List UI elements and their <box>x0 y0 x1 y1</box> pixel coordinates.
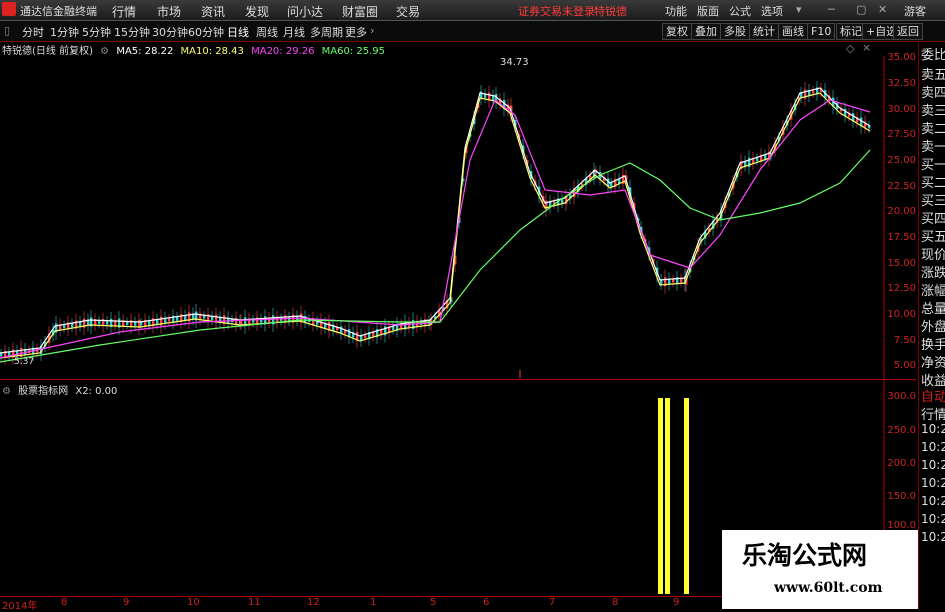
watermark-url: www.60lt.com <box>774 580 883 596</box>
quote-item: 卖一 <box>921 140 945 155</box>
quote-item: 买五 <box>921 230 945 245</box>
candle-body <box>0 353 3 357</box>
quote-item: 卖二 <box>921 122 945 137</box>
y-tick: 35.00 <box>887 52 916 63</box>
candle-body <box>176 316 179 321</box>
candle-body <box>203 315 206 319</box>
x-label: 7 <box>549 597 556 608</box>
y-tick: 5.00 <box>893 360 916 371</box>
quote-item: 买四 <box>921 212 945 227</box>
tick-time: 10:26 <box>921 476 945 490</box>
tick-time: 10:26 <box>921 512 945 526</box>
sub-y-tick: 200.0 <box>887 458 916 469</box>
x-label: 8 <box>612 597 619 608</box>
x-label: 12 <box>307 597 320 608</box>
y-tick: 15.00 <box>887 258 916 269</box>
y-tick: 12.50 <box>887 283 916 294</box>
x-label: 9 <box>673 597 680 608</box>
tick-time: 10:26 <box>921 530 945 544</box>
quote-item: 卖四 <box>921 86 945 101</box>
quote-item: 外盘 <box>921 320 945 335</box>
quote-item: 总量 <box>921 302 945 317</box>
quote-item: 委比 <box>921 48 945 63</box>
quote-item[interactable]: 自动 <box>921 386 945 405</box>
candle-body <box>140 322 143 326</box>
quote-item: 换手 <box>921 338 945 353</box>
tick-time: 10:26 <box>921 422 945 436</box>
candle-body <box>168 318 171 322</box>
y-tick: 32.50 <box>887 78 916 89</box>
y-tick: 17.50 <box>887 232 916 243</box>
panel-separator[interactable] <box>0 379 916 380</box>
quote-side-panel: 委比 卖五 卖四 卖三 卖二 卖一 买一 买二 买三 买四 买五 现价 涨跌 涨… <box>918 42 945 609</box>
x-label: 1 <box>370 597 377 608</box>
sub-info-line: ⚙ 股票指标网 X2: 0.00 <box>2 382 121 397</box>
kline-chart[interactable] <box>0 0 945 609</box>
quote-item: 涨跌 <box>921 266 945 281</box>
candle-body <box>812 90 815 94</box>
x-label: 6 <box>483 597 490 608</box>
signal-bar <box>665 398 670 594</box>
quote-item: 净资 <box>921 356 945 371</box>
sub-y-tick: 150.0 <box>887 491 916 502</box>
quote-item: 涨幅 <box>921 284 945 299</box>
y-tick: 7.50 <box>893 335 916 346</box>
quote-item: 买三 <box>921 194 945 209</box>
x-label: 10 <box>187 597 200 608</box>
quote-item: 行情 <box>921 408 945 423</box>
candle-body <box>756 158 759 162</box>
quote-item: 买一 <box>921 158 945 173</box>
indicator-x2: X2: 0.00 <box>75 386 118 397</box>
signal-bar <box>658 398 663 594</box>
candle-body <box>63 325 66 329</box>
peak-price-label: 34.73 <box>500 57 529 68</box>
watermark-box: 乐淘公式网 www.60lt.com <box>722 530 918 609</box>
candle-body <box>680 278 683 283</box>
candle-body <box>364 335 367 339</box>
x-label: 2014年 <box>2 601 38 612</box>
tick-time: 10:26 <box>921 458 945 472</box>
y-tick: 30.00 <box>887 104 916 115</box>
y-tick: 27.50 <box>887 129 916 140</box>
x-label: 5 <box>430 597 437 608</box>
x-label: 8 <box>61 597 68 608</box>
signal-bar <box>684 398 689 594</box>
x-label: 11 <box>248 597 261 608</box>
candle-body <box>764 155 767 159</box>
tick-time: 10:26 <box>921 494 945 508</box>
candle-body <box>71 323 74 328</box>
tick-time: 10:26 <box>921 440 945 454</box>
y-tick: 22.50 <box>887 181 916 192</box>
indicator-gear-icon[interactable]: ⚙ <box>2 386 11 397</box>
quote-item: 卖五 <box>921 68 945 83</box>
watermark-title: 乐淘公式网 <box>742 541 868 570</box>
candle-body <box>372 332 375 337</box>
quote-item: 现价 <box>921 248 945 263</box>
indicator-title[interactable]: 股票指标网 <box>18 386 68 397</box>
low-price-label: 5.37 <box>14 357 35 367</box>
sub-y-tick: 300.0 <box>887 391 916 402</box>
candle-body <box>98 320 101 324</box>
quote-item: 卖三 <box>921 104 945 119</box>
candle-body <box>672 279 675 283</box>
y-tick: 25.00 <box>887 155 916 166</box>
y-tick: 20.00 <box>887 206 916 217</box>
sub-y-tick: 250.0 <box>887 425 916 436</box>
candle-body <box>148 320 151 325</box>
x-label: 9 <box>123 597 130 608</box>
quote-item: 买二 <box>921 176 945 191</box>
candle-body <box>392 326 395 330</box>
y-tick: 10.00 <box>887 309 916 320</box>
candle-body <box>126 321 129 325</box>
